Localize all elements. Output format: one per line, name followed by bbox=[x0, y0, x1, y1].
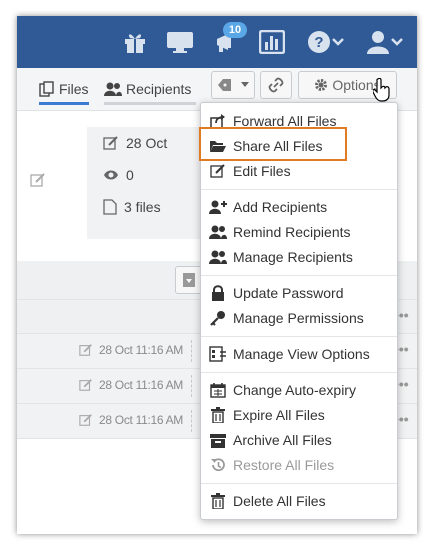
menu-item-remind-recipients[interactable]: Remind Recipients bbox=[209, 221, 351, 243]
options-menu: Forward All Files Share All Files Edit F… bbox=[200, 102, 398, 520]
menu-item-manage-recipients[interactable]: Manage Recipients bbox=[209, 246, 353, 268]
download-icon bbox=[183, 273, 195, 287]
view-count: 0 bbox=[103, 167, 134, 183]
menu-item-change-auto-expiry[interactable]: Change Auto-expiry bbox=[209, 379, 356, 401]
link-icon bbox=[268, 77, 284, 93]
files-icon bbox=[39, 81, 54, 97]
help-icon: ? bbox=[308, 31, 330, 53]
menu-divider bbox=[201, 275, 397, 276]
user-icon bbox=[367, 31, 389, 54]
menu-item-archive-all-files[interactable]: Archive All Files bbox=[209, 429, 332, 451]
tags-dropdown-button[interactable] bbox=[211, 71, 255, 99]
lock-icon bbox=[212, 285, 224, 301]
edit-icon bbox=[79, 379, 92, 391]
menu-divider bbox=[201, 189, 397, 190]
caret-down-icon bbox=[241, 82, 249, 87]
key-icon bbox=[210, 311, 225, 326]
edit-icon bbox=[103, 136, 118, 150]
monitor-icon[interactable] bbox=[165, 28, 195, 56]
menu-item-restore-all-files[interactable]: Restore All Files bbox=[209, 454, 334, 476]
column-divider bbox=[191, 410, 192, 432]
row-date: 28 Oct 11:16 AM bbox=[79, 378, 183, 392]
svg-text:?: ? bbox=[314, 34, 323, 51]
tags-icon bbox=[218, 79, 231, 91]
history-icon bbox=[211, 458, 225, 472]
gift-icon[interactable] bbox=[122, 28, 148, 56]
tab-files-label: Files bbox=[59, 81, 89, 97]
created-date: 28 Oct bbox=[103, 135, 167, 151]
app-window: 10 ? Files Recipients Options 28 Oct 0 3… bbox=[17, 16, 417, 534]
share-all-files-highlight bbox=[199, 127, 347, 161]
chevron-down-icon bbox=[332, 38, 344, 46]
column-divider bbox=[191, 340, 192, 362]
edit-icon bbox=[210, 164, 225, 178]
menu-item-manage-view-options[interactable]: Manage View Options bbox=[209, 343, 370, 365]
gear-icon bbox=[315, 79, 328, 91]
users-icon bbox=[104, 82, 122, 96]
menu-divider bbox=[201, 336, 397, 337]
bar-chart-icon[interactable] bbox=[258, 28, 286, 56]
help-menu[interactable]: ? bbox=[304, 28, 348, 56]
file-count: 3 files bbox=[103, 199, 161, 215]
menu-divider bbox=[201, 483, 397, 484]
menu-divider bbox=[201, 372, 397, 373]
user-menu[interactable] bbox=[363, 28, 407, 56]
tab-recipients[interactable]: Recipients bbox=[104, 76, 196, 105]
menu-item-manage-permissions[interactable]: Manage Permissions bbox=[209, 307, 364, 329]
row-date: 28 Oct 11:16 AM bbox=[79, 343, 183, 357]
menu-item-expire-all-files[interactable]: Expire All Files bbox=[209, 404, 325, 426]
row-date: 28 Oct 11:16 AM bbox=[79, 413, 183, 427]
top-navigation-bar: 10 ? bbox=[17, 16, 417, 68]
menu-item-add-recipients[interactable]: Add Recipients bbox=[209, 196, 327, 218]
link-button[interactable] bbox=[260, 71, 292, 99]
users-icon bbox=[209, 225, 227, 239]
file-summary-box: 28 Oct 0 3 files bbox=[87, 127, 202, 239]
menu-item-edit-files[interactable]: Edit Files bbox=[209, 160, 291, 182]
tab-files[interactable]: Files bbox=[39, 76, 89, 105]
file-icon bbox=[103, 199, 117, 215]
view-options-icon bbox=[209, 346, 226, 362]
trash-icon bbox=[211, 407, 225, 423]
menu-item-delete-all-files[interactable]: Delete All Files bbox=[209, 490, 326, 512]
chevron-down-icon bbox=[391, 38, 403, 46]
edit-icon[interactable] bbox=[30, 172, 46, 188]
trash-icon bbox=[211, 493, 225, 509]
hand-cursor-icon bbox=[373, 78, 391, 102]
user-plus-icon bbox=[209, 200, 227, 214]
calendar-icon bbox=[210, 383, 226, 398]
edit-icon bbox=[79, 414, 92, 426]
tab-recipients-label: Recipients bbox=[126, 81, 192, 97]
eye-icon bbox=[104, 170, 118, 180]
edit-icon bbox=[79, 344, 92, 356]
users-icon bbox=[209, 250, 227, 264]
notification-count-badge: 10 bbox=[223, 22, 247, 38]
menu-item-update-password[interactable]: Update Password bbox=[209, 282, 344, 304]
column-divider bbox=[191, 375, 192, 397]
archive-icon bbox=[210, 433, 226, 448]
